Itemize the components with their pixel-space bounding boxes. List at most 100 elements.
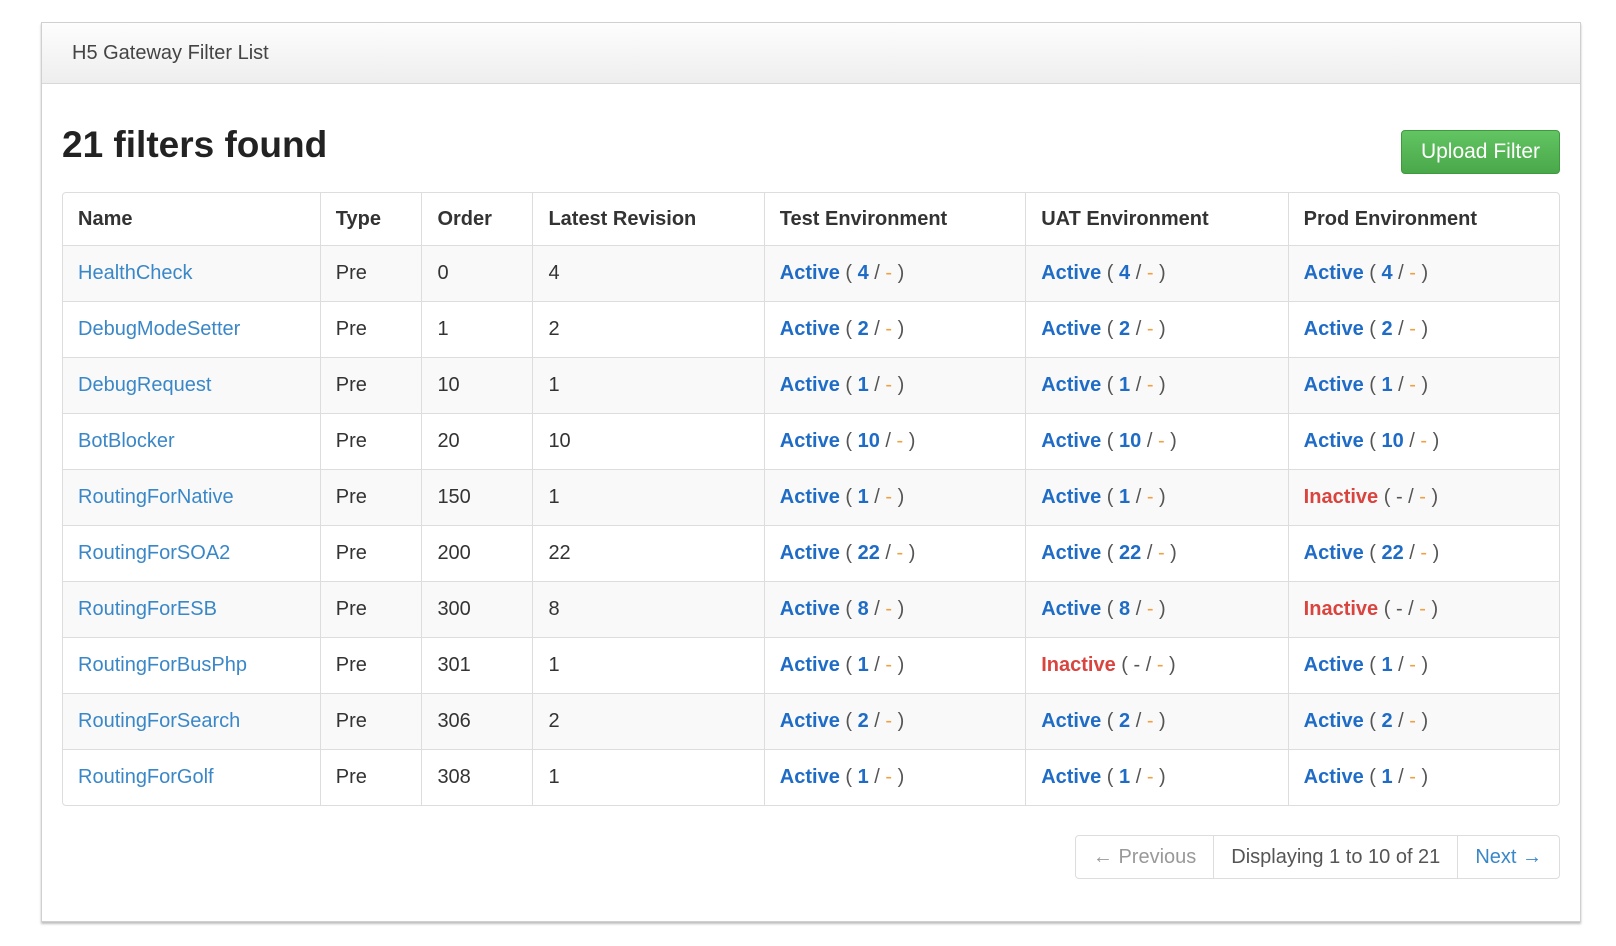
env-revision: 1 (1119, 374, 1131, 396)
env-open-paren: ( (1101, 430, 1120, 452)
table-row: RoutingForSOA2 Pre 200 22 Active ( 22 / - ) A… (63, 525, 1559, 582)
env-close-paren: ) (892, 710, 905, 732)
cell-test-environment: Active ( 10 / - ) (763, 413, 1026, 470)
env-status-link[interactable]: Active (1304, 710, 1364, 732)
cell-order: 1 (421, 301, 533, 358)
env-separator: / (879, 430, 897, 452)
cell-order: 10 (421, 357, 533, 414)
env-status-link[interactable]: Active (1041, 598, 1101, 620)
env-open-paren: ( (839, 430, 858, 452)
cell-prod-environment: Active ( 1 / - ) (1287, 749, 1559, 805)
env-status-link[interactable]: Active (780, 654, 840, 676)
env-pending-revision: - (1409, 710, 1416, 732)
filter-name-link[interactable]: DebugRequest (78, 374, 211, 396)
env-status-link[interactable]: Active (780, 486, 840, 508)
env-open-paren: ( (1101, 766, 1120, 788)
env-status-link[interactable]: Active (1041, 262, 1101, 284)
cell-latest-revision: 4 (532, 245, 765, 302)
table-row: RoutingForSearch Pre 306 2 Active ( 2 / - ) A… (63, 693, 1559, 750)
env-status-link[interactable]: Active (780, 430, 840, 452)
env-status-link[interactable]: Inactive (1304, 598, 1378, 620)
next-page-button[interactable]: Next → (1457, 836, 1559, 878)
filters-table-container: Name Type Order Latest Revision Test Env… (62, 192, 1560, 806)
env-status-link[interactable]: Active (780, 318, 840, 340)
filter-name-link[interactable]: RoutingForSearch (78, 710, 240, 732)
cell-latest-revision: 1 (532, 357, 765, 414)
env-status-link[interactable]: Active (1304, 374, 1364, 396)
env-revision: 1 (1119, 766, 1131, 788)
env-separator: / (1392, 654, 1410, 676)
env-status-link[interactable]: Active (780, 374, 840, 396)
upload-filter-button[interactable]: Upload Filter (1400, 130, 1560, 174)
env-status-link[interactable]: Active (1041, 766, 1101, 788)
env-status-link[interactable]: Inactive (1041, 654, 1115, 676)
env-open-paren: ( (1101, 318, 1120, 340)
filter-name-link[interactable]: HealthCheck (78, 262, 193, 284)
cell-uat-environment: Active ( 4 / - ) (1025, 245, 1289, 302)
env-revision: 8 (857, 598, 869, 620)
env-status-link[interactable]: Active (1304, 654, 1364, 676)
env-status-link[interactable]: Active (780, 542, 840, 564)
filter-name-link[interactable]: RoutingForGolf (78, 766, 214, 788)
cell-prod-environment: Active ( 1 / - ) (1287, 637, 1559, 694)
env-status-link[interactable]: Active (1041, 710, 1101, 732)
env-status-link[interactable]: Active (1041, 318, 1101, 340)
pagination-info: Displaying 1 to 10 of 21 (1213, 836, 1457, 878)
env-close-paren: ) (892, 654, 905, 676)
env-close-paren: ) (1427, 542, 1440, 564)
env-separator: / (1130, 710, 1147, 732)
cell-latest-revision: 22 (532, 525, 765, 582)
cell-name: DebugModeSetter (63, 301, 321, 358)
env-separator: / (868, 486, 886, 508)
cell-name: HealthCheck (63, 245, 321, 302)
env-status-link[interactable]: Active (1304, 430, 1364, 452)
env-pending-revision: - (1409, 654, 1416, 676)
env-status-link[interactable]: Active (1304, 542, 1364, 564)
filter-name-link[interactable]: RoutingForNative (78, 486, 234, 508)
env-status-link[interactable]: Active (1304, 766, 1364, 788)
filter-name-link[interactable]: RoutingForESB (78, 598, 217, 620)
filter-name-link[interactable]: DebugModeSetter (78, 318, 240, 340)
env-open-paren: ( (1101, 374, 1120, 396)
column-header-test-environment: Test Environment (763, 193, 1026, 246)
env-pending-revision: - (1409, 318, 1416, 340)
env-close-paren: ) (1153, 710, 1166, 732)
env-status-link[interactable]: Active (780, 710, 840, 732)
env-revision: 2 (1119, 710, 1131, 732)
env-separator: / (1130, 374, 1147, 396)
cell-uat-environment: Inactive ( - / - ) (1025, 637, 1289, 694)
filter-name-link[interactable]: RoutingForSOA2 (78, 542, 230, 564)
env-open-paren: ( (1378, 486, 1396, 508)
env-open-paren: ( (839, 766, 858, 788)
cell-test-environment: Active ( 1 / - ) (763, 469, 1026, 526)
env-close-paren: ) (1415, 654, 1429, 676)
previous-page-button[interactable]: ← Previous (1076, 836, 1213, 878)
env-open-paren: ( (839, 542, 858, 564)
env-status-link[interactable]: Active (1041, 374, 1101, 396)
cell-test-environment: Active ( 1 / - ) (763, 637, 1026, 694)
env-separator: / (1130, 486, 1147, 508)
env-open-paren: ( (1101, 486, 1120, 508)
env-open-paren: ( (1363, 318, 1382, 340)
env-status-link[interactable]: Active (780, 766, 840, 788)
env-status-link[interactable]: Active (1041, 542, 1101, 564)
env-revision: 4 (1119, 262, 1131, 284)
env-revision: 1 (1381, 374, 1393, 396)
env-status-link[interactable]: Inactive (1304, 486, 1378, 508)
env-status-link[interactable]: Active (780, 262, 840, 284)
filter-name-link[interactable]: RoutingForBusPhp (78, 654, 247, 676)
env-separator: / (1130, 262, 1147, 284)
column-header-type: Type (319, 193, 422, 246)
filter-name-link[interactable]: BotBlocker (78, 430, 175, 452)
env-status-link[interactable]: Active (1304, 318, 1364, 340)
env-status-link[interactable]: Active (1041, 430, 1101, 452)
env-open-paren: ( (839, 374, 858, 396)
cell-prod-environment: Active ( 10 / - ) (1287, 413, 1559, 470)
env-separator: / (1403, 430, 1421, 452)
env-status-link[interactable]: Active (1041, 486, 1101, 508)
pagination: ← Previous Displaying 1 to 10 of 21 Next… (1074, 835, 1560, 879)
env-status-link[interactable]: Active (1304, 262, 1364, 284)
env-status-link[interactable]: Active (780, 598, 840, 620)
env-open-paren: ( (1378, 598, 1396, 620)
env-close-paren: ) (1164, 430, 1177, 452)
